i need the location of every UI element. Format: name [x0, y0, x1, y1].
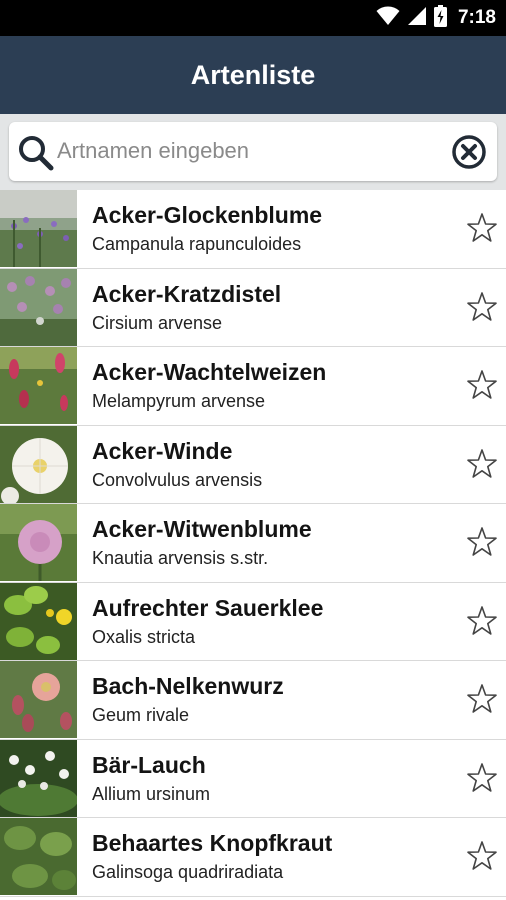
- species-photo: [0, 347, 77, 424]
- species-row-bach-nelkenwurz[interactable]: Bach-Nelkenwurz Geum rivale: [0, 661, 506, 740]
- species-row-acker-glockenblume[interactable]: Acker-Glockenblume Campanula rapunculoid…: [0, 190, 506, 269]
- species-photo: [0, 190, 77, 267]
- favorite-star-icon[interactable]: [466, 212, 498, 244]
- species-scientific-name: Cirsium arvense: [92, 312, 223, 333]
- species-common-name: Bär-Lauch: [92, 751, 206, 778]
- search-input[interactable]: [57, 130, 445, 172]
- species-photo: [0, 739, 77, 817]
- species-row-acker-kratzdistel[interactable]: Acker-Kratzdistel Cirsium arvense: [0, 268, 506, 347]
- species-scientific-name: Allium ursinum: [92, 783, 211, 804]
- species-scientific-name: Knautia arvensis s.str.: [92, 548, 269, 568]
- app-bar: Artenliste: [0, 36, 506, 114]
- search-icon: [17, 134, 55, 172]
- species-scientific-name: Oxalis stricta: [92, 626, 196, 647]
- species-common-name: Acker-Kratzdistel: [92, 280, 282, 307]
- species-scientific-name: Convolvulus arvensis: [92, 469, 263, 490]
- species-common-name: Bach-Nelkenwurz: [92, 673, 284, 699]
- clear-icon[interactable]: [451, 134, 487, 170]
- favorite-star-icon[interactable]: [466, 369, 498, 401]
- species-common-name: Acker-Winde: [92, 437, 233, 464]
- species-photo: [0, 504, 77, 581]
- search-box: [9, 122, 497, 181]
- wifi-icon: [376, 6, 400, 31]
- favorite-star-icon[interactable]: [466, 683, 498, 715]
- species-photo: [0, 582, 77, 660]
- favorite-star-icon[interactable]: [466, 526, 498, 558]
- status-icons: 7:18: [376, 0, 496, 36]
- status-time: 7:18: [457, 7, 496, 28]
- species-common-name: Aufrechter Sauerklee: [92, 594, 324, 621]
- species-common-name: Acker-Wachtelweizen: [92, 359, 327, 385]
- species-row-acker-wachtelweizen[interactable]: Acker-Wachtelweizen Melampyrum arvense: [0, 347, 506, 426]
- species-photo: [0, 818, 77, 895]
- species-scientific-name: Geum rivale: [92, 705, 190, 725]
- favorite-star-icon[interactable]: [466, 291, 498, 323]
- favorite-star-icon[interactable]: [466, 762, 498, 794]
- species-list: Acker-Glockenblume Campanula rapunculoid…: [0, 190, 506, 900]
- species-photo: [0, 661, 77, 738]
- species-photo: [0, 425, 77, 503]
- favorite-star-icon[interactable]: [466, 605, 498, 637]
- signal-icon: [407, 6, 427, 31]
- species-row-aufrechter-sauerklee[interactable]: Aufrechter Sauerklee Oxalis stricta: [0, 582, 506, 661]
- species-row-baer-lauch[interactable]: Bär-Lauch Allium ursinum: [0, 739, 506, 818]
- status-bar: 7:18: [0, 0, 506, 36]
- page-title: Artenliste: [190, 59, 316, 90]
- species-scientific-name: Galinsoga quadriradiata: [92, 862, 284, 882]
- search-area: [0, 114, 506, 190]
- species-row-behaartes-knopfkraut[interactable]: Behaartes Knopfkraut Galinsoga quadrirad…: [0, 818, 506, 897]
- species-row-acker-winde[interactable]: Acker-Winde Convolvulus arvensis: [0, 425, 506, 504]
- species-common-name: Behaartes Knopfkraut: [92, 830, 333, 856]
- favorite-star-icon[interactable]: [466, 840, 498, 872]
- species-common-name: Acker-Witwenblume: [92, 516, 312, 542]
- species-row-acker-witwenblume[interactable]: Acker-Witwenblume Knautia arvensis s.str…: [0, 504, 506, 583]
- species-photo: [0, 268, 77, 346]
- favorite-star-icon[interactable]: [466, 448, 498, 480]
- battery-charging-icon: [433, 4, 447, 32]
- species-scientific-name: Melampyrum arvense: [92, 391, 266, 411]
- species-common-name: Acker-Glockenblume: [92, 202, 323, 228]
- species-scientific-name: Campanula rapunculoides: [92, 234, 302, 254]
